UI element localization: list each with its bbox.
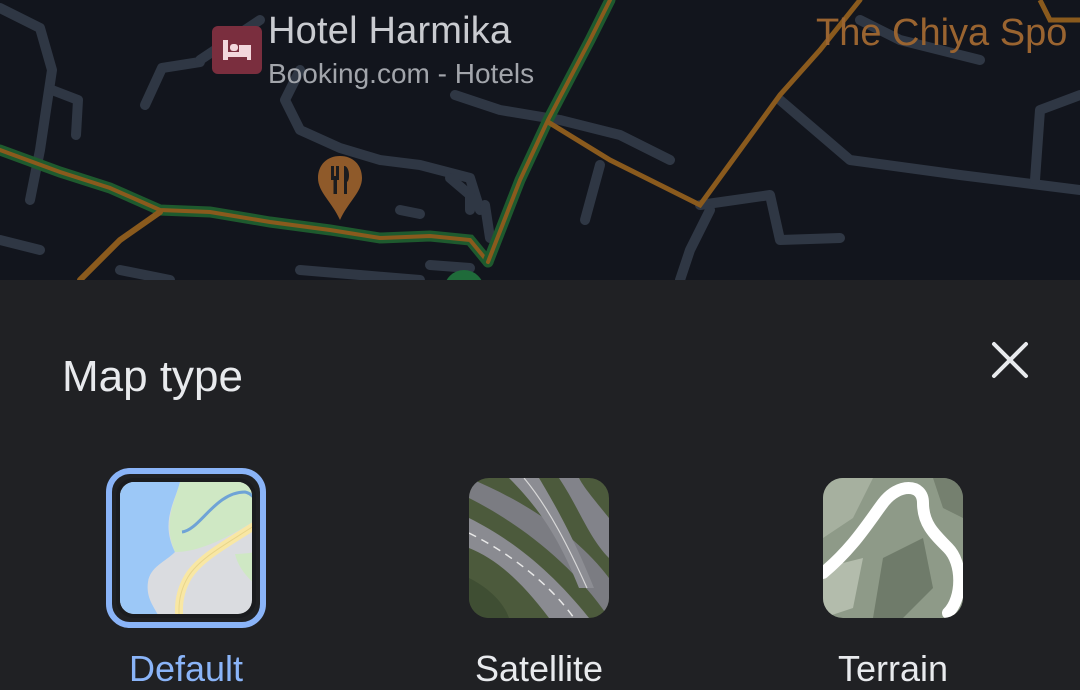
default-map-preview — [120, 482, 252, 614]
map-type-default[interactable]: Default — [86, 466, 286, 689]
place-label-right[interactable]: The Chiya Spo — [816, 12, 1067, 55]
restaurant-pin-icon — [318, 156, 362, 220]
hotel-name-label[interactable]: Hotel Harmika — [268, 10, 511, 53]
satellite-map-preview — [469, 478, 609, 618]
restaurant-pin[interactable] — [316, 154, 364, 222]
default-thumbnail[interactable] — [106, 468, 266, 628]
sheet-title: Map type — [62, 352, 243, 401]
hotel-source-label: Booking.com - Hotels — [268, 58, 535, 89]
close-button[interactable] — [986, 336, 1034, 384]
map-type-label: Default — [128, 648, 244, 689]
terrain-thumbnail[interactable] — [823, 478, 963, 618]
map-type-sheet: Map type Default Satellite Terrain — [0, 280, 1080, 689]
map-type-label: Terrain — [837, 648, 949, 689]
satellite-thumbnail[interactable] — [469, 478, 609, 618]
map-view[interactable]: Hotel Harmika Booking.com - Hotels The C… — [0, 0, 1080, 280]
close-icon — [992, 342, 1028, 378]
map-type-satellite[interactable]: Satellite — [439, 466, 639, 689]
map-type-terrain[interactable]: Terrain — [793, 466, 993, 689]
map-type-label: Satellite — [474, 648, 604, 689]
bed-icon — [223, 40, 251, 60]
terrain-map-preview — [823, 478, 963, 618]
hotel-pin[interactable] — [212, 26, 262, 74]
